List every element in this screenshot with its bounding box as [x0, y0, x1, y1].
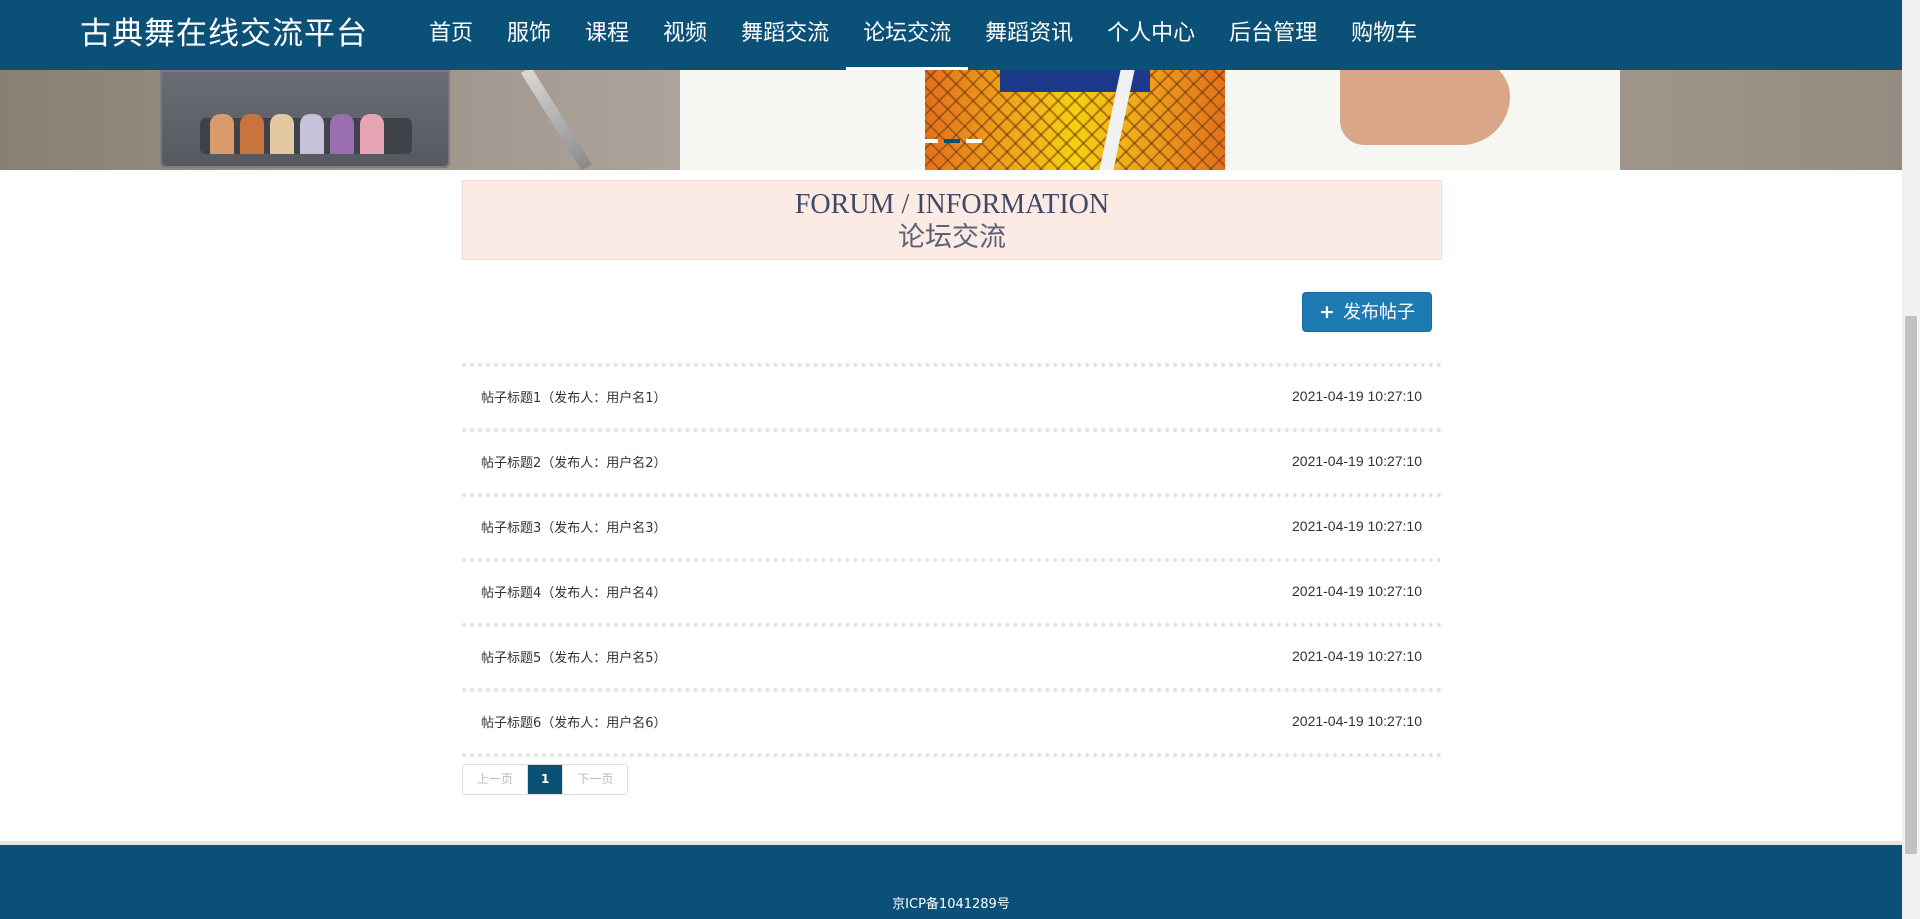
carousel-dot-1[interactable]: [922, 139, 938, 143]
post-title[interactable]: 帖子标题6（发布人：用户名6）: [481, 712, 667, 731]
page-number-button[interactable]: 1: [527, 765, 563, 794]
pencil-shape: [210, 114, 234, 154]
nav-item-dance-news[interactable]: 舞蹈资讯: [968, 0, 1090, 70]
site-title[interactable]: 古典舞在线交流平台: [80, 14, 368, 54]
post-row[interactable]: 帖子标题3（发布人：用户名3） 2021-04-19 10:27:10: [462, 493, 1442, 558]
post-time: 2021-04-19 10:27:10: [1292, 648, 1422, 664]
post-time: 2021-04-19 10:27:10: [1292, 583, 1422, 599]
post-title[interactable]: 帖子标题4（发布人：用户名4）: [481, 582, 667, 601]
post-time: 2021-04-19 10:27:10: [1292, 388, 1422, 404]
banner-hand: [1340, 70, 1510, 145]
nav-item-dance-exchange[interactable]: 舞蹈交流: [724, 0, 846, 70]
icp-record: 京ICP备1041289号: [892, 897, 1010, 912]
nav-item-admin[interactable]: 后台管理: [1212, 0, 1334, 70]
section-header: FORUM / INFORMATION 论坛交流: [462, 180, 1442, 260]
nav-item-profile[interactable]: 个人中心: [1090, 0, 1212, 70]
post-row[interactable]: 帖子标题4（发布人：用户名4） 2021-04-19 10:27:10: [462, 558, 1442, 623]
post-title[interactable]: 帖子标题2（发布人：用户名2）: [481, 452, 667, 471]
publish-post-label: 发布帖子: [1342, 302, 1415, 323]
pagination: 上一页 1 下一页: [462, 764, 629, 795]
nav-item-home[interactable]: 首页: [412, 0, 490, 70]
prev-page-button[interactable]: 上一页: [463, 765, 528, 794]
pencil-shape: [360, 114, 384, 154]
nav-item-cart[interactable]: 购物车: [1334, 0, 1434, 70]
vertical-scrollbar[interactable]: [1902, 0, 1920, 919]
post-title[interactable]: 帖子标题5（发布人：用户名5）: [481, 647, 667, 666]
footer: 京ICP备1041289号: [0, 841, 1902, 919]
post-title[interactable]: 帖子标题1（发布人：用户名1）: [481, 387, 667, 406]
pencil-shape: [240, 114, 264, 154]
pencil-shape: [330, 114, 354, 154]
next-page-button[interactable]: 下一页: [562, 765, 628, 794]
section-title-en: FORUM / INFORMATION: [794, 189, 1110, 220]
post-row[interactable]: 帖子标题1（发布人：用户名1） 2021-04-19 10:27:10: [462, 363, 1442, 428]
post-time: 2021-04-19 10:27:10: [1292, 453, 1422, 469]
post-row[interactable]: 帖子标题5（发布人：用户名5） 2021-04-19 10:27:10: [462, 623, 1442, 688]
post-time: 2021-04-19 10:27:10: [1292, 518, 1422, 534]
nav-item-videos[interactable]: 视频: [646, 0, 724, 70]
pencil-shape: [300, 114, 324, 154]
scrollbar-thumb[interactable]: [1905, 316, 1917, 854]
main-nav: 首页 服饰 课程 视频 舞蹈交流 论坛交流 舞蹈资讯 个人中心 后台管理 购物车: [412, 0, 1434, 70]
nav-item-costume[interactable]: 服饰: [490, 0, 568, 70]
nav-item-courses[interactable]: 课程: [568, 0, 646, 70]
nav-item-forum[interactable]: 论坛交流: [846, 0, 969, 70]
plus-icon: +: [1319, 301, 1335, 323]
post-row[interactable]: 帖子标题2（发布人：用户名2） 2021-04-19 10:27:10: [462, 428, 1442, 493]
carousel-indicators: [922, 139, 982, 143]
banner-carousel[interactable]: [0, 70, 1902, 170]
top-navbar: 古典舞在线交流平台 首页 服饰 课程 视频 舞蹈交流 论坛交流 舞蹈资讯 个人中…: [0, 0, 1902, 70]
pencil-shape: [270, 114, 294, 154]
post-title[interactable]: 帖子标题3（发布人：用户名3）: [481, 517, 667, 536]
carousel-dot-2[interactable]: [944, 139, 960, 143]
banner-pen: [520, 70, 593, 170]
page: 古典舞在线交流平台 首页 服饰 课程 视频 舞蹈交流 论坛交流 舞蹈资讯 个人中…: [0, 0, 1920, 919]
post-time: 2021-04-19 10:27:10: [1292, 713, 1422, 729]
carousel-dot-3[interactable]: [966, 139, 982, 143]
banner-pencil-tray: [160, 70, 450, 168]
section-title-cn: 论坛交流: [898, 222, 1006, 253]
publish-post-button[interactable]: + 发布帖子: [1302, 292, 1432, 332]
post-row[interactable]: 帖子标题6（发布人：用户名6） 2021-04-19 10:27:10: [462, 688, 1442, 757]
post-list: 帖子标题1（发布人：用户名1） 2021-04-19 10:27:10 帖子标题…: [462, 363, 1442, 757]
